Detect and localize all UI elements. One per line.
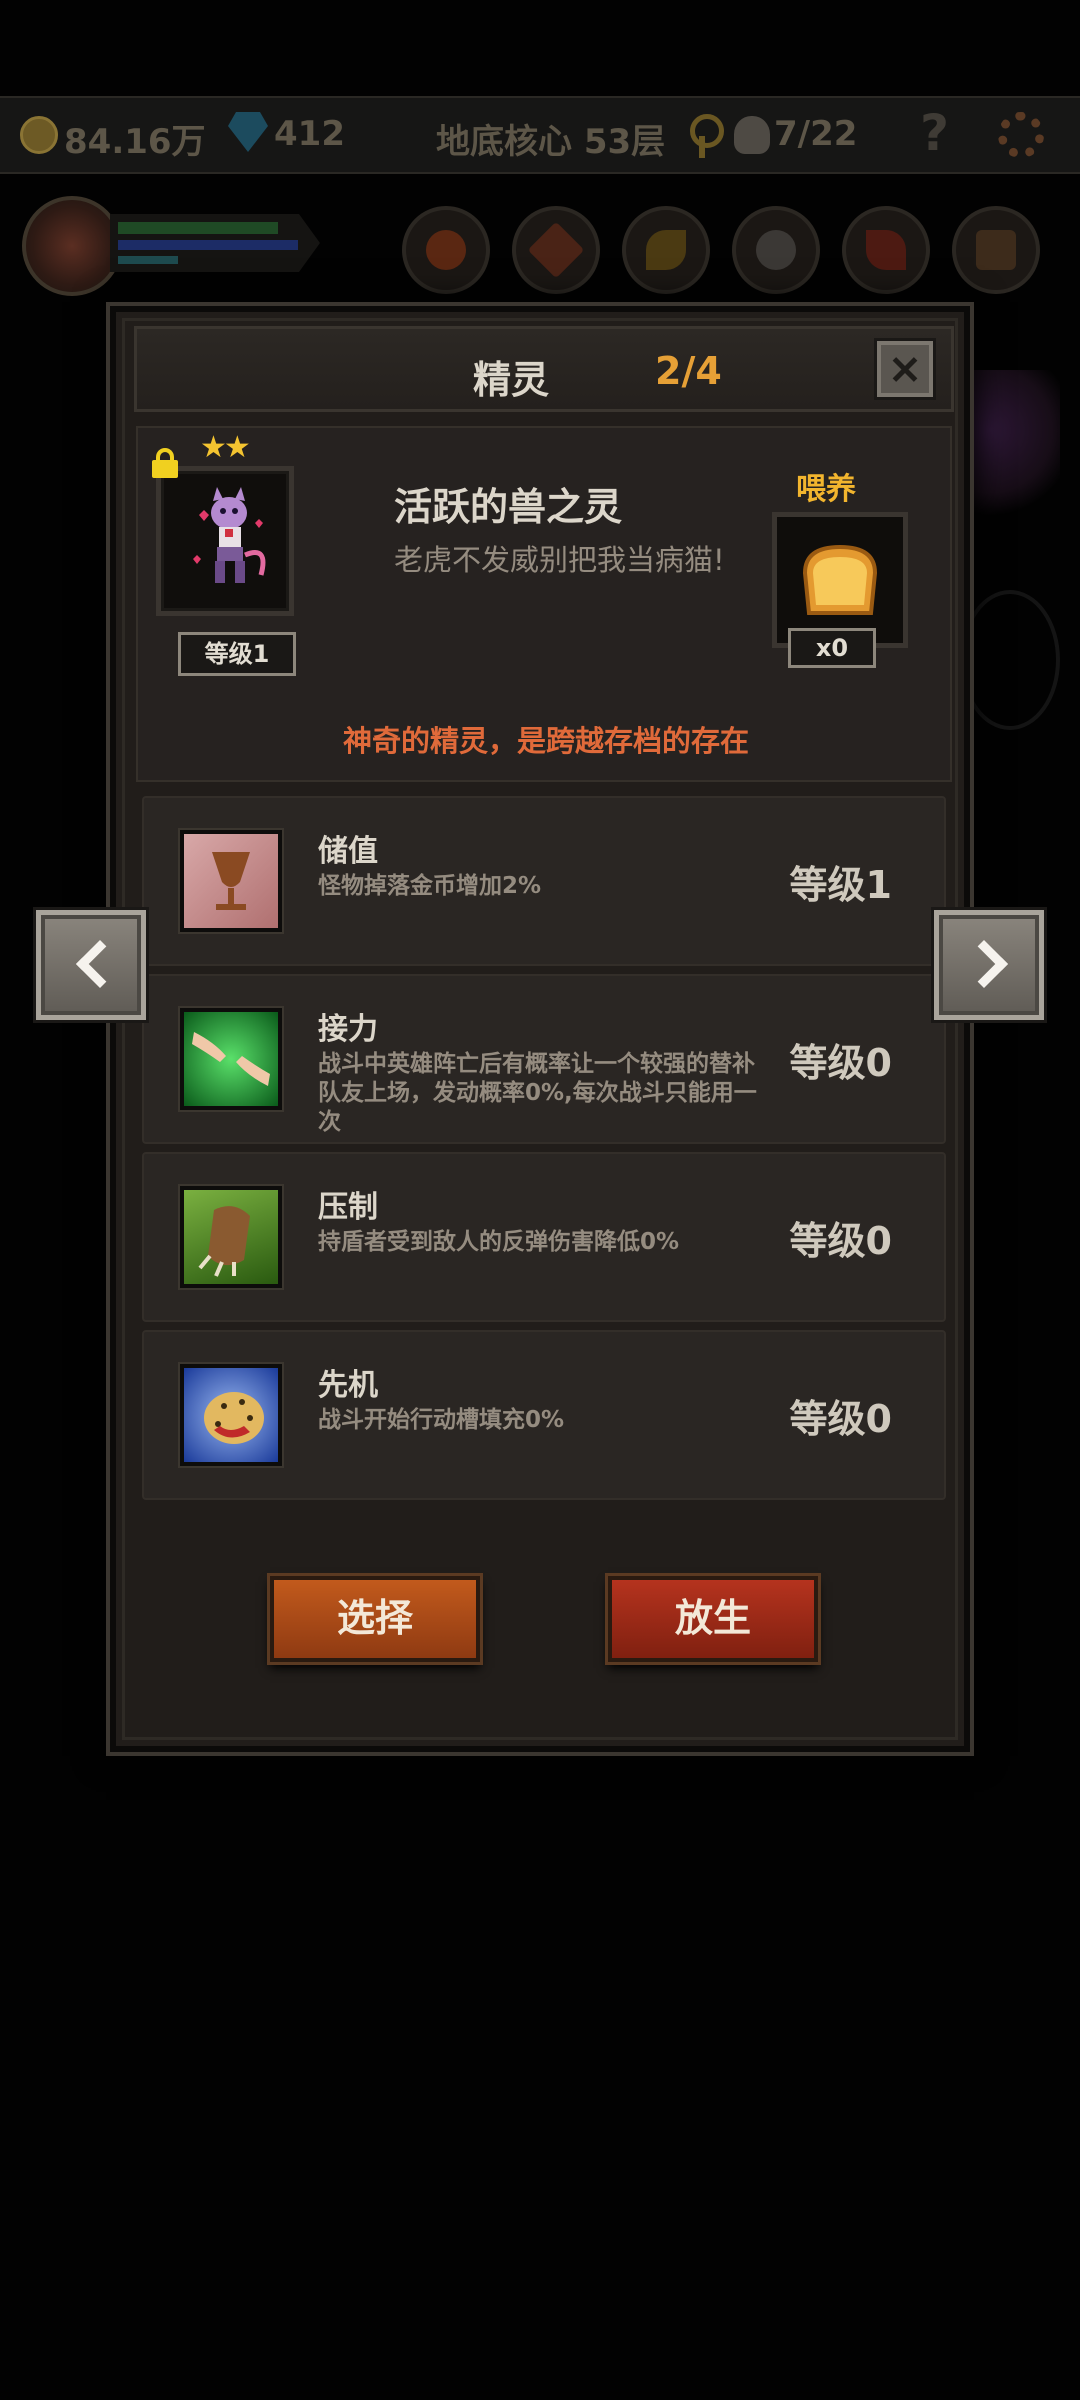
skill-description: 持盾者受到敌人的反弹伤害降低0%: [318, 1229, 680, 1255]
mana-bar: [118, 240, 298, 250]
pet-portrait-frame[interactable]: [156, 466, 294, 616]
skill-row[interactable]: 储值 怪物掉落金币增加2% 等级1: [142, 796, 946, 966]
clock-slot-icon[interactable]: [512, 206, 600, 294]
chevron-right-icon: [959, 939, 1009, 989]
leaf-slot-icon[interactable]: [622, 206, 710, 294]
hero-avatar[interactable]: [22, 196, 122, 296]
kill-counter: 7/22: [774, 114, 858, 154]
skill-description: 战斗中英雄阵亡后有概率让一个较强的替补队友上场，发动概率0%,每次战斗只能用一次: [318, 1051, 757, 1135]
pet-description: 老虎不发威别把我当病猫!: [394, 543, 725, 577]
top-status-bar: 84.16万 412 地底核心 53层 7/22 ?: [0, 96, 1080, 174]
skill-row[interactable]: 先机 战斗开始行动槽填充0% 等级0: [142, 1330, 946, 1500]
skill-description: 战斗开始行动槽填充0%: [318, 1407, 565, 1433]
feed-count-badge: x0: [788, 628, 876, 668]
pet-dialog: 精灵 2/4 ★★ 等级1 活跃的兽之灵 老虎不发威别把我当病猫! 喂养 x0 …: [106, 302, 974, 1756]
release-button[interactable]: 放生: [608, 1576, 818, 1662]
skill-level: 等级1: [789, 863, 892, 907]
dialog-header: 精灵 2/4: [134, 326, 954, 412]
leopard-icon: [180, 1364, 282, 1466]
settings-gear-icon[interactable]: [998, 112, 1044, 158]
gold-amount: 84.16万: [64, 122, 206, 162]
key-icon: [690, 114, 724, 158]
skill-level: 等级0: [789, 1041, 892, 1085]
location-label: 地底核心 53层: [436, 122, 666, 162]
pet-counter: 2/4: [655, 349, 722, 393]
goblet-icon: [180, 830, 282, 932]
pet-info-card: ★★ 等级1 活跃的兽之灵 老虎不发威别把我当病猫! 喂养 x0 神奇的精灵，是…: [136, 426, 952, 782]
skill-row[interactable]: 压制 持盾者受到敌人的反弹伤害降低0% 等级0: [142, 1152, 946, 1322]
weapon-slot-icon[interactable]: [842, 206, 930, 294]
cross-save-note: 神奇的精灵，是跨越存档的存在: [342, 724, 749, 758]
gem-icon: [228, 112, 268, 152]
close-button[interactable]: [877, 341, 933, 397]
pumpkin-slot-icon[interactable]: [402, 206, 490, 294]
tiger-spirit-icon: [193, 487, 266, 583]
bread-icon: [802, 544, 878, 615]
hands-icon: [180, 1008, 282, 1110]
select-button[interactable]: 选择: [270, 1576, 480, 1662]
experience-bar: [118, 256, 178, 264]
feed-label: 喂养: [796, 472, 856, 507]
chevron-left-icon: [75, 939, 125, 989]
lock-icon: [152, 448, 178, 478]
coin-icon: [20, 116, 58, 154]
star-rating: ★★: [200, 430, 251, 465]
help-button[interactable]: ?: [920, 104, 949, 162]
previous-pet-button[interactable]: [36, 910, 146, 1020]
side-portrait: [960, 370, 1060, 520]
claw-icon: [180, 1186, 282, 1288]
hero-status-bars: [110, 214, 320, 272]
side-ring: [960, 590, 1060, 730]
skill-level: 等级0: [789, 1219, 892, 1263]
skill-row[interactable]: 接力 战斗中英雄阵亡后有概率让一个较强的替补队友上场，发动概率0%,每次战斗只能…: [142, 974, 946, 1144]
health-bar: [118, 222, 278, 234]
skill-name: 储值: [318, 834, 378, 869]
skull-icon: [734, 116, 770, 154]
next-pet-button[interactable]: [934, 910, 1044, 1020]
skill-name: 压制: [318, 1190, 378, 1225]
skill-name: 接力: [318, 1012, 378, 1047]
gem-amount: 412: [274, 114, 345, 154]
pet-name: 活跃的兽之灵: [394, 485, 623, 529]
coffin-slot-icon[interactable]: [952, 206, 1040, 294]
skill-level: 等级0: [789, 1397, 892, 1441]
pet-level-badge: 等级1: [178, 632, 296, 676]
skill-name: 先机: [318, 1368, 378, 1403]
dialog-title: 精灵: [473, 358, 550, 402]
skill-description: 怪物掉落金币增加2%: [318, 873, 542, 899]
eagle-slot-icon[interactable]: [732, 206, 820, 294]
